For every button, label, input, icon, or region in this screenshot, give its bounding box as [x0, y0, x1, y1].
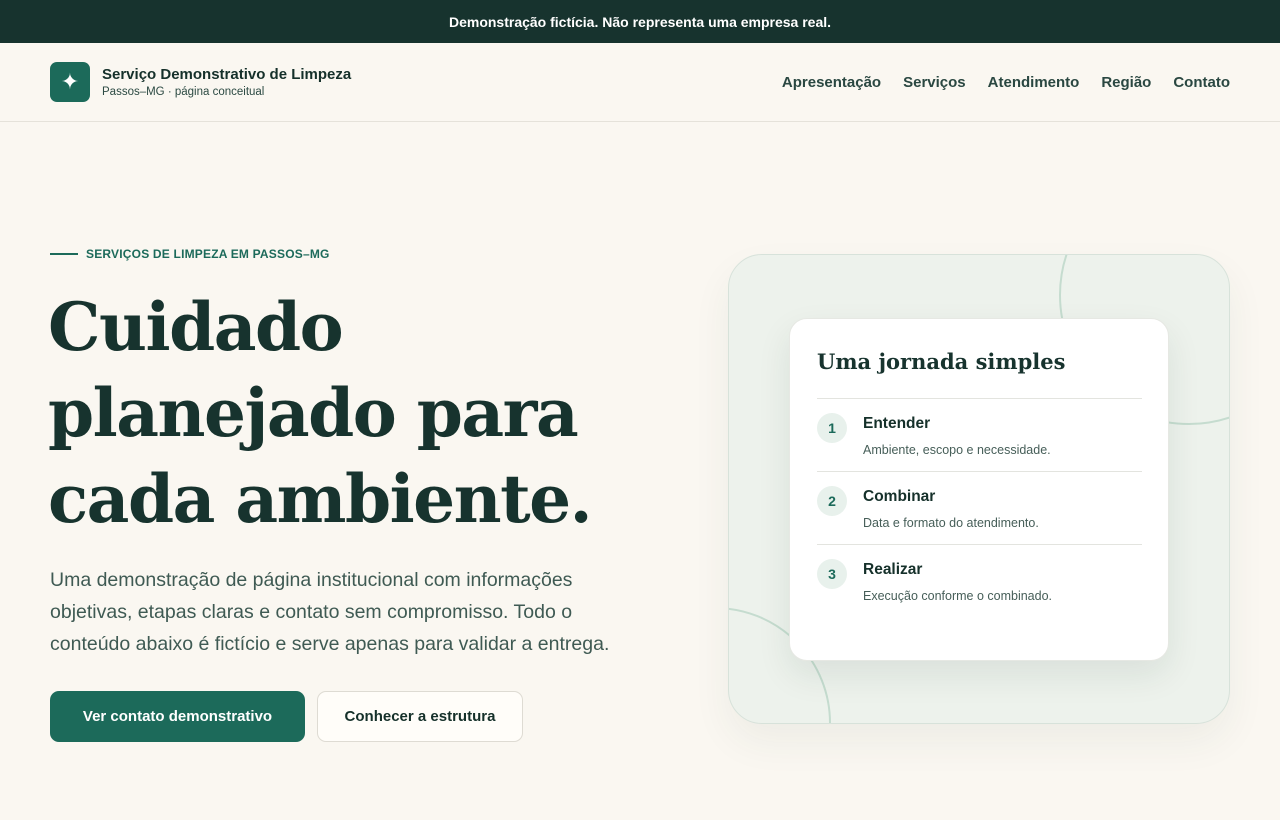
view-contact-button[interactable]: Ver contato demonstrativo	[50, 691, 305, 742]
journey-step: 2 Combinar Data e formato do atendimento…	[817, 472, 1142, 545]
step-title: Entender	[863, 415, 931, 432]
explore-structure-button[interactable]: Conhecer a estrutura	[317, 691, 523, 742]
nav-item-atendimento[interactable]: Atendimento	[988, 74, 1080, 91]
nav-item-apresentacao[interactable]: Apresentação	[782, 74, 881, 91]
hero-title-line-3: cada ambiente.	[48, 460, 593, 538]
journey-step: 1 Entender Ambiente, escopo e necessidad…	[817, 399, 1142, 472]
main-nav: Apresentação Serviços Atendimento Região…	[782, 74, 1230, 91]
demo-banner-text: Demonstração fictícia. Não representa um…	[448, 13, 832, 30]
brand-subtitle: Passos–MG · página conceitual	[102, 86, 265, 98]
hero-title-line-1: Cuidado	[48, 288, 344, 366]
hero-title-line-2: planejado para	[48, 374, 579, 452]
journey-title: Uma jornada simples	[817, 349, 1142, 399]
journey-step: 3 Realizar Execução conforme o combinado…	[817, 545, 1142, 617]
hero-title: Cuidado planejado para cada ambiente.	[48, 284, 688, 542]
nav-item-servicos[interactable]: Serviços	[903, 74, 966, 91]
brand-text: Serviço Demonstrativo de Limpeza Passos–…	[102, 66, 351, 98]
hero-description: Uma demonstração de página institucional…	[50, 569, 610, 655]
hero-eyebrow: SERVIÇOS DE LIMPEZA EM PASSOS–MG	[50, 247, 330, 261]
nav-item-contato[interactable]: Contato	[1173, 74, 1230, 91]
step-title: Combinar	[863, 488, 936, 505]
nav-item-regiao[interactable]: Região	[1101, 74, 1151, 91]
step-title: Realizar	[863, 561, 923, 578]
step-number-badge: 1	[817, 413, 847, 443]
brand-title: Serviço Demonstrativo de Limpeza	[102, 66, 352, 83]
step-description: Ambiente, escopo e necessidade.	[863, 443, 1051, 457]
step-body: Realizar Execução conforme o combinado.	[863, 561, 1052, 603]
brand[interactable]: ✦ Serviço Demonstrativo de Limpeza Passo…	[50, 62, 351, 102]
journey-card: Uma jornada simples 1 Entender Ambiente,…	[789, 318, 1169, 661]
sparkle-icon: ✦	[50, 62, 90, 102]
step-description: Data e formato do atendimento.	[863, 516, 1039, 530]
step-number-badge: 2	[817, 486, 847, 516]
demo-banner: Demonstração fictícia. Não representa um…	[0, 0, 1280, 43]
step-body: Combinar Data e formato do atendimento.	[863, 488, 1039, 530]
step-description: Execução conforme o combinado.	[863, 589, 1052, 603]
site-header: ✦ Serviço Demonstrativo de Limpeza Passo…	[0, 43, 1280, 122]
step-number-badge: 3	[817, 559, 847, 589]
eyebrow-text: SERVIÇOS DE LIMPEZA EM PASSOS–MG	[86, 247, 330, 261]
step-body: Entender Ambiente, escopo e necessidade.	[863, 415, 1051, 457]
eyebrow-divider	[50, 253, 78, 255]
